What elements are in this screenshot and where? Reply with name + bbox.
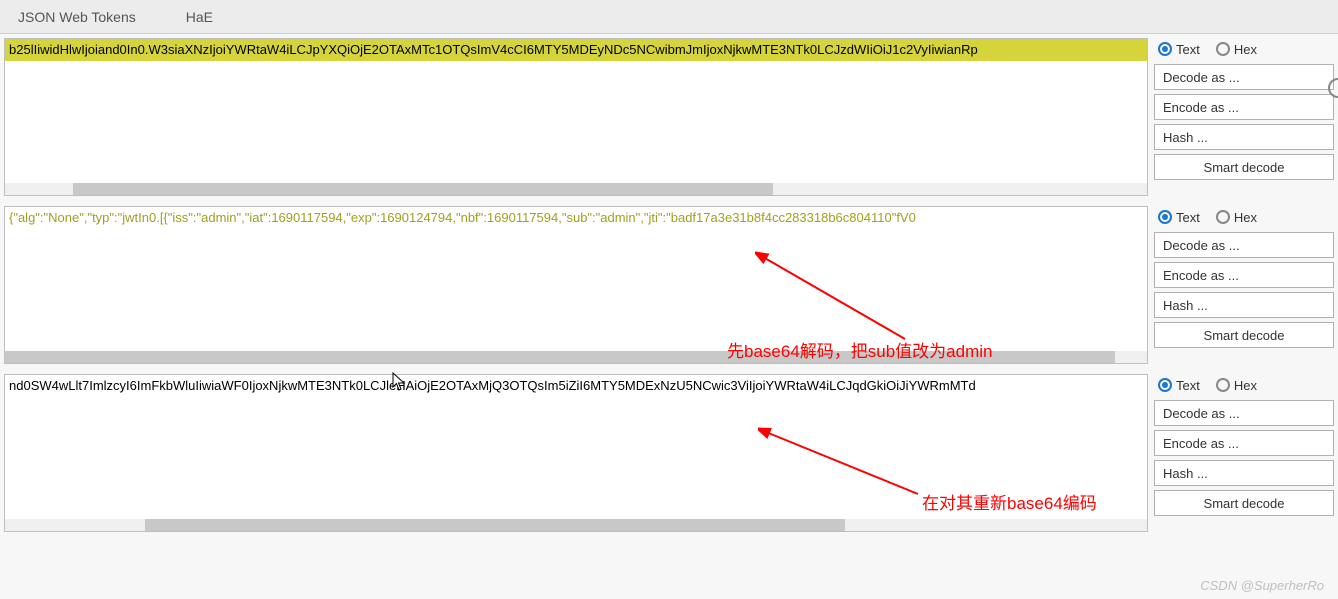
decoded-text-2[interactable]: {"alg":"None","typ":"jwtIn0.[{"iss":"adm…	[5, 207, 1147, 229]
text-panel-2[interactable]: {"alg":"None","typ":"jwtIn0.[{"iss":"adm…	[4, 206, 1148, 364]
panel-row-3: nd0SW4wLlt7ImlzcyI6ImFkbWluIiwiaWF0IjoxN…	[0, 370, 1338, 532]
decode-as-2[interactable]: Decode as ...	[1154, 232, 1334, 258]
encoded-text-1[interactable]: b25lIiwidHlwIjoiand0In0.W3siaXNzIjoiYWRt…	[5, 39, 1147, 61]
hash-2[interactable]: Hash ...	[1154, 292, 1334, 318]
side-controls-3: Text Hex Decode as ... Encode as ... Has…	[1154, 374, 1334, 532]
text-panel-1[interactable]: b25lIiwidHlwIjoiand0In0.W3siaXNzIjoiYWRt…	[4, 38, 1148, 196]
encoded-text-3[interactable]: nd0SW4wLlt7ImlzcyI6ImFkbWluIiwiaWF0IjoxN…	[5, 375, 1147, 397]
radio-hex-label-1: Hex	[1234, 42, 1257, 57]
radio-text-3[interactable]	[1158, 378, 1172, 392]
decode-as-3[interactable]: Decode as ...	[1154, 400, 1334, 426]
hscroll-thumb-2[interactable]	[5, 351, 1115, 363]
side-controls-2: Text Hex Decode as ... Encode as ... Has…	[1154, 206, 1334, 364]
smart-decode-2[interactable]: Smart decode	[1154, 322, 1334, 348]
tab-bar: JSON Web Tokens HaE	[0, 0, 1338, 34]
radio-text-label-1: Text	[1176, 42, 1200, 57]
radio-hex-2[interactable]	[1216, 210, 1230, 224]
tab-hae[interactable]: HaE	[186, 9, 213, 25]
hscroll-thumb-3[interactable]	[145, 519, 845, 531]
text-panel-3[interactable]: nd0SW4wLlt7ImlzcyI6ImFkbWluIiwiaWF0IjoxN…	[4, 374, 1148, 532]
side-controls-1: Text Hex Decode as ... Encode as ... Has…	[1154, 38, 1334, 196]
smart-decode-3[interactable]: Smart decode	[1154, 490, 1334, 516]
radio-hex-3[interactable]	[1216, 378, 1230, 392]
hscroll-3[interactable]	[5, 519, 1147, 531]
decode-as-1[interactable]: Decode as ...	[1154, 64, 1334, 90]
hash-3[interactable]: Hash ...	[1154, 460, 1334, 486]
encode-as-3[interactable]: Encode as ...	[1154, 430, 1334, 456]
format-radio-row-1: Text Hex	[1154, 38, 1334, 60]
hscroll-1[interactable]	[5, 183, 1147, 195]
tab-jwt[interactable]: JSON Web Tokens	[18, 9, 136, 25]
hscroll-thumb-1[interactable]	[73, 183, 773, 195]
smart-decode-1[interactable]: Smart decode	[1154, 154, 1334, 180]
radio-hex-1[interactable]	[1216, 42, 1230, 56]
radio-hex-label-3: Hex	[1234, 378, 1257, 393]
decoder-content: b25lIiwidHlwIjoiand0In0.W3siaXNzIjoiYWRt…	[0, 34, 1338, 599]
radio-text-label-2: Text	[1176, 210, 1200, 225]
watermark: CSDN @SuperherRo	[1200, 578, 1324, 593]
radio-text-1[interactable]	[1158, 42, 1172, 56]
radio-hex-label-2: Hex	[1234, 210, 1257, 225]
radio-text-label-3: Text	[1176, 378, 1200, 393]
encode-as-1[interactable]: Encode as ...	[1154, 94, 1334, 120]
panel-row-1: b25lIiwidHlwIjoiand0In0.W3siaXNzIjoiYWRt…	[0, 34, 1338, 196]
panel-row-2: {"alg":"None","typ":"jwtIn0.[{"iss":"adm…	[0, 202, 1338, 364]
format-radio-row-3: Text Hex	[1154, 374, 1334, 396]
hash-1[interactable]: Hash ...	[1154, 124, 1334, 150]
format-radio-row-2: Text Hex	[1154, 206, 1334, 228]
hscroll-2[interactable]	[5, 351, 1147, 363]
radio-text-2[interactable]	[1158, 210, 1172, 224]
encode-as-2[interactable]: Encode as ...	[1154, 262, 1334, 288]
